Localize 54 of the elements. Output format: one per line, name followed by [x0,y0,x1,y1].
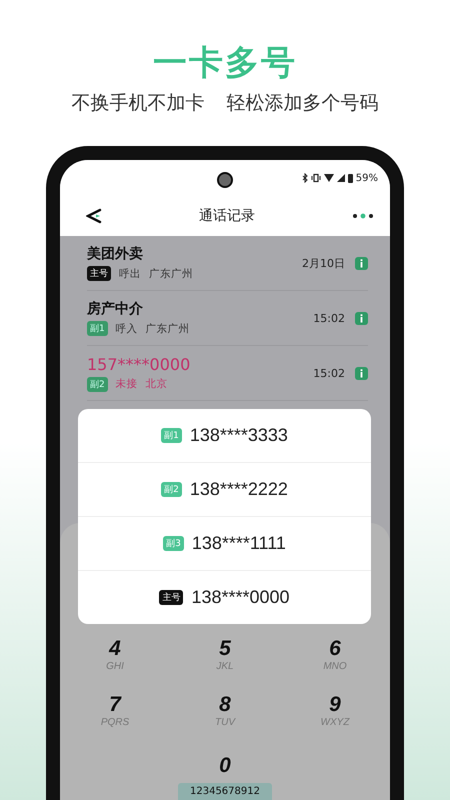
dial-key[interactable]: 7 PQRS [60,693,170,737]
caller-name: 房产中介 [87,300,144,318]
phone-number: 138****0000 [191,587,290,608]
call-time: 15:02 [313,366,345,380]
subtitle: 不换手机不加卡 [72,91,204,116]
call-type: 呼出 [119,266,141,280]
number-option[interactable]: 副2 138****2222 [78,463,371,517]
call-log-item[interactable]: 157****0000 副2 未接 北京 15:02 [87,346,368,401]
phone-number: 138****1111 [192,533,286,554]
battery-level: 59% [356,172,378,184]
line-tag: 副1 [161,428,182,443]
line-tag: 主号 [87,266,111,281]
number-option[interactable]: 主号 138****0000 [78,571,371,624]
call-location: 广东广州 [146,322,190,336]
call-log-item[interactable]: 房产中介 副1 呼入 广东广州 15:02 [87,291,368,346]
number-option[interactable]: 副1 138****3333 [78,409,371,463]
phone-number: 138****2222 [190,479,288,500]
call-time: 15:02 [313,312,345,324]
info-icon[interactable] [355,256,368,270]
caller-name: 157****0000 [87,354,192,374]
signal-icon [336,174,345,182]
call-location: 北京 [146,377,168,391]
dial-key[interactable]: 6 MNO [280,637,390,681]
number-option[interactable]: 副3 138****1111 [78,517,371,571]
call-type: 未接 [116,377,138,391]
caller-name: 美团外卖 [87,245,144,263]
dial-key[interactable]: 8 TUV [170,693,280,737]
line-tag: 副2 [161,482,182,497]
dial-key[interactable]: 9 WXYZ [280,693,390,737]
dial-key[interactable]: 5 JKL [170,637,280,681]
more-icon[interactable] [352,213,374,219]
call-location: 广东广州 [149,266,193,280]
page-title: 通话记录 [199,207,255,225]
dial-key[interactable]: 0 [170,749,280,783]
dialed-number: 12345678912 [178,783,272,800]
line-tag: 副3 [163,536,184,551]
line-tag: 主号 [159,590,184,605]
battery-icon [348,174,353,182]
info-icon[interactable] [355,312,368,324]
dial-key[interactable]: 4 GHI [60,637,170,681]
wifi-icon [324,174,334,182]
headline: 一卡多号 [153,42,297,84]
phone-number: 138****3333 [190,425,288,446]
vibrate-icon [310,173,321,183]
call-type: 呼入 [116,322,138,336]
line-tag: 副2 [87,376,108,392]
call-time: 2月10日 [302,256,345,270]
back-icon[interactable] [86,208,102,224]
bluetooth-icon [302,173,308,183]
line-tag: 副1 [87,321,108,336]
subtitle: 轻松添加多个号码 [226,91,378,116]
camera-icon [217,172,233,188]
call-log-item[interactable]: 美团外卖 主号 呼出 广东广州 2月10日 [87,236,368,291]
info-icon[interactable] [355,366,368,380]
